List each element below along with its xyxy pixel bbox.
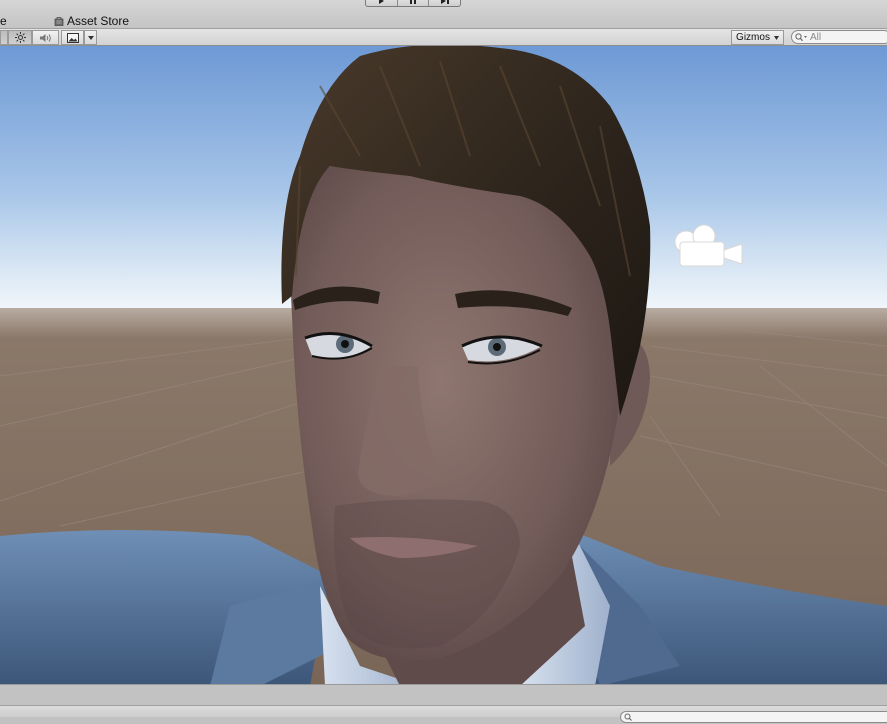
scene-viewport[interactable] — [0, 46, 887, 684]
play-button[interactable] — [366, 0, 398, 6]
render-mode-fragment-button[interactable] — [0, 30, 8, 45]
bottom-toolbar — [0, 705, 887, 723]
play-controls — [365, 0, 461, 7]
step-icon — [440, 0, 449, 4]
chevron-down-icon — [87, 35, 94, 40]
search-icon — [624, 713, 632, 721]
play-icon — [379, 0, 385, 4]
bottom-panel — [0, 684, 887, 723]
search-icon — [795, 32, 807, 41]
pause-button[interactable] — [398, 0, 430, 6]
scene-toolbar: Gizmos — [0, 28, 887, 46]
asset-store-bag-icon — [54, 17, 64, 26]
scene-lighting-toggle[interactable] — [8, 30, 32, 45]
previous-tab-label[interactable]: e — [0, 14, 7, 28]
gizmos-label: Gizmos — [736, 32, 770, 43]
scene-effects-button[interactable] — [61, 30, 84, 45]
scene-effects-dropdown[interactable] — [84, 30, 97, 45]
step-button[interactable] — [429, 0, 460, 6]
editor-top-strip: e Asset Store — [0, 0, 887, 28]
bottom-search-field[interactable] — [620, 711, 887, 723]
scene-search-input[interactable] — [810, 31, 880, 43]
gizmos-dropdown[interactable]: Gizmos — [731, 30, 784, 45]
sun-icon — [14, 32, 26, 43]
pause-icon — [410, 0, 416, 4]
scene-search-field[interactable] — [791, 30, 887, 44]
image-icon — [66, 32, 79, 43]
scene-audio-toggle[interactable] — [32, 30, 59, 45]
scene-render — [0, 46, 887, 684]
tab-asset-store-label: Asset Store — [67, 14, 130, 28]
speaker-icon — [39, 33, 51, 42]
tab-asset-store[interactable]: Asset Store — [54, 14, 129, 28]
chevron-down-icon — [773, 35, 779, 40]
